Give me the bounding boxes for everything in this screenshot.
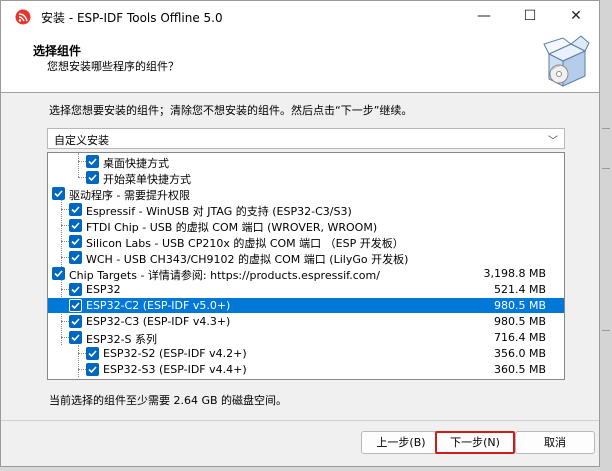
component-row[interactable]: Espressif - WinUSB 对 JTAG 的支持 (ESP32-C3/… [48,202,564,218]
component-label: 驱动程序 - 需要提升权限 [69,189,190,202]
checkbox[interactable] [69,235,82,248]
component-row[interactable]: ESP32 521.4 MB [48,282,564,297]
component-row[interactable]: ESP32-C3 (ESP-IDF v4.3+) 980.5 MB [48,314,564,329]
checkbox[interactable] [52,187,65,200]
component-row[interactable]: ESP32-S3 (ESP-IDF v4.4+) 360.5 MB [48,362,564,377]
background-mark [602,168,610,169]
component-label: ESP32 [86,283,121,296]
component-label: ESP32-S 系列 [86,333,158,346]
component-size: 356.0 MB [493,347,546,360]
next-button[interactable]: 下一步(N) [435,431,515,454]
page-subtitle: 您想安装哪些程序的组件？ [47,60,179,73]
component-size: 716.4 MB [493,331,546,344]
background-mark [602,330,610,331]
chevron-down-icon[interactable]: ﹀ [548,132,558,147]
component-label: ESP32-S2 (ESP-IDF v4.2+) [103,347,247,360]
component-size: 521.4 MB [493,283,546,296]
instructions-text: 选择您想要安装的组件；清除您不想安装的组件。然后点击“下一步”继续。 [49,104,413,117]
component-row[interactable]: 开始菜单快捷方式 [48,170,564,186]
component-row[interactable]: ESP32-S 系列 716.4 MB [48,330,564,346]
close-button[interactable]: ✕ [553,1,599,32]
component-row[interactable]: 桌面快捷方式 [48,154,564,170]
component-size: 980.5 MB [493,299,546,312]
component-size: 360.5 MB [493,363,546,376]
background-desktop [600,0,612,471]
component-row[interactable]: ESP32-S2 (ESP-IDF v4.2+) 356.0 MB [48,346,564,361]
background-mark [602,128,610,129]
component-label: Chip Targets - 详情请参阅: https://products.e… [69,269,380,282]
disk-space-text: 当前选择的组件至少需要 2.64 GB 的磁盘空间。 [49,394,288,407]
page-title: 选择组件 [33,44,82,58]
checkbox[interactable] [69,315,82,328]
checkbox[interactable] [86,171,99,184]
back-button[interactable]: 上一步(B) [361,431,441,454]
component-row[interactable]: 驱动程序 - 需要提升权限 [48,186,564,202]
component-label: FTDI Chip - USB 的虚拟 COM 端口 (WROVER, WROO… [86,221,378,234]
component-label: WCH - USB CH343/CH9102 的虚拟 COM 端口 (LilyG… [86,253,409,266]
checkbox[interactable] [86,363,99,376]
component-label: ESP32-C3 (ESP-IDF v4.3+) [86,315,231,328]
component-size: 3,198.8 MB [483,267,546,280]
component-row[interactable]: Chip Targets - 详情请参阅: https://products.e… [48,266,564,282]
component-row-selected[interactable]: ESP32-C2 (ESP-IDF v5.0+) 980.5 MB [48,298,564,313]
checkbox[interactable] [69,331,82,344]
component-row[interactable]: WCH - USB CH343/CH9102 的虚拟 COM 端口 (LilyG… [48,250,564,266]
title-bar[interactable]: 安装 - ESP-IDF Tools Offline 5.0 — ☐ ✕ [1,1,599,32]
checkbox[interactable] [69,283,82,296]
wizard-header: 选择组件 您想安装哪些程序的组件？ [1,32,599,93]
window-title: 安装 - ESP-IDF Tools Offline 5.0 [41,11,223,25]
component-label: Espressif - WinUSB 对 JTAG 的支持 (ESP32-C3/… [86,205,352,218]
components-tree[interactable]: 桌面快捷方式 开始菜单快捷方式 驱动程序 - 需要提升权限 Espressif … [47,152,565,380]
espressif-logo-icon [15,9,31,25]
checkbox[interactable] [69,219,82,232]
component-label: ESP32-S3 (ESP-IDF v4.4+) [103,363,247,376]
checkbox[interactable] [69,299,82,312]
component-row[interactable]: FTDI Chip - USB 的虚拟 COM 端口 (WROVER, WROO… [48,218,564,234]
footer-divider [1,420,599,421]
component-size: 980.5 MB [493,315,546,328]
checkbox[interactable] [52,267,65,280]
installer-window: 安装 - ESP-IDF Tools Offline 5.0 — ☐ ✕ 选择组… [0,0,600,467]
component-row[interactable]: Silicon Labs - USB CP210x 的虚拟 COM 端口 （ES… [48,234,564,250]
checkbox[interactable] [86,347,99,360]
checkbox[interactable] [69,251,82,264]
install-type-select[interactable]: 自定义安装 ﹀ [47,128,565,149]
install-type-value: 自定义安装 [54,134,109,147]
minimize-button[interactable]: — [461,1,507,32]
checkbox[interactable] [86,155,99,168]
component-label: 开始菜单快捷方式 [103,173,191,186]
checkbox[interactable] [69,203,82,216]
component-label: 桌面快捷方式 [103,157,169,170]
component-label: Silicon Labs - USB CP210x 的虚拟 COM 端口 （ES… [86,237,404,250]
maximize-button[interactable]: ☐ [507,1,553,32]
cancel-button[interactable]: 取消 [515,431,595,454]
installer-box-icon [543,35,590,87]
component-label: ESP32-C2 (ESP-IDF v5.0+) [86,299,231,312]
